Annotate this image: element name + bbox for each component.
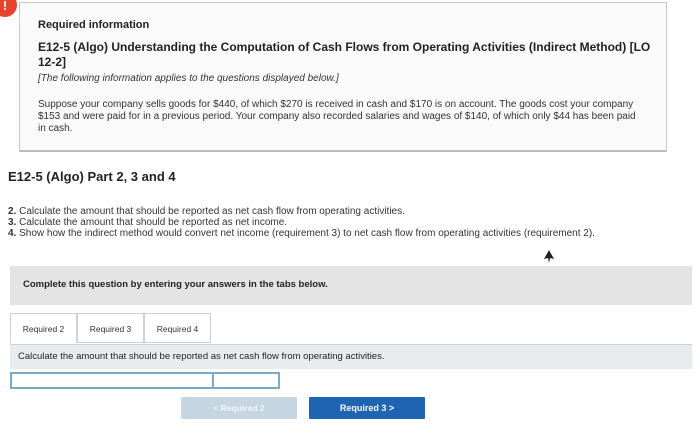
tab-required-4[interactable]: Required 4 bbox=[144, 313, 211, 343]
info-heading: Required information bbox=[38, 19, 150, 31]
required-information-panel: Required information E12-5 (Algo) Unders… bbox=[19, 2, 667, 152]
alert-icon: ! bbox=[0, 0, 17, 17]
scenario-text: Suppose your company sells goods for $44… bbox=[38, 99, 636, 134]
info-note: [The following information applies to th… bbox=[38, 73, 339, 84]
question-item: 3. Calculate the amount that should be r… bbox=[8, 217, 288, 228]
question-prompt-bar: Calculate the amount that should be repo… bbox=[10, 344, 692, 369]
instructions-banner: Complete this question by entering your … bbox=[10, 266, 692, 305]
previous-button[interactable]: < Required 2 bbox=[181, 397, 297, 419]
next-button[interactable]: Required 3 > bbox=[309, 397, 425, 419]
question-list: 2. Calculate the amount that should be r… bbox=[8, 206, 595, 239]
answer-row bbox=[10, 372, 280, 389]
question-item: 2. Calculate the amount that should be r… bbox=[8, 206, 405, 217]
exercise-title: E12-5 (Algo) Understanding the Computati… bbox=[38, 40, 651, 69]
question-prompt: Calculate the amount that should be repo… bbox=[18, 351, 385, 362]
question-item: 4. Show how the indirect method would co… bbox=[8, 228, 595, 239]
answer-label-input[interactable] bbox=[12, 374, 214, 387]
instructions-text: Complete this question by entering your … bbox=[23, 279, 328, 290]
part-title: E12-5 (Algo) Part 2, 3 and 4 bbox=[8, 169, 176, 184]
mouse-cursor-icon bbox=[544, 250, 554, 263]
tab-required-3[interactable]: Required 3 bbox=[77, 313, 144, 343]
answer-amount-input[interactable] bbox=[214, 374, 278, 387]
tab-required-2[interactable]: Required 2 bbox=[10, 313, 77, 343]
